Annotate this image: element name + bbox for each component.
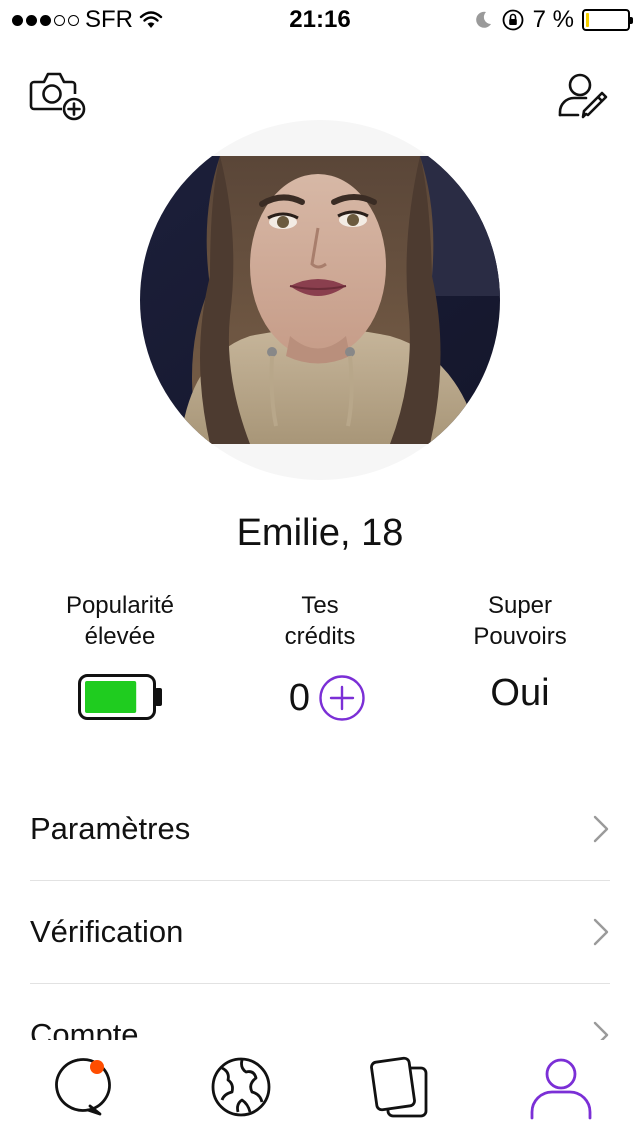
cards-icon xyxy=(370,1056,428,1118)
status-bar-right: 7 % xyxy=(473,6,633,34)
menu-item-label: Compte xyxy=(30,1017,139,1040)
add-photo-camera-icon[interactable] xyxy=(28,68,88,124)
super-powers-label-line1: Super xyxy=(487,592,553,619)
menu-item-compte[interactable]: Compte xyxy=(30,984,610,1040)
edit-profile-icon[interactable] xyxy=(556,70,616,126)
tab-bar xyxy=(0,1040,640,1136)
super-powers-value: Oui xyxy=(490,672,550,714)
chevron-right-icon xyxy=(593,815,609,843)
credits-value: 0 xyxy=(288,676,310,719)
battery-percent: 7 % xyxy=(532,6,574,33)
notification-dot xyxy=(90,1060,104,1074)
add-credits-button[interactable] xyxy=(318,674,366,722)
credits-row: 0 xyxy=(270,672,380,724)
popularity-label-line1: Popularité xyxy=(65,592,175,619)
super-powers-label-line2: Pouvoirs xyxy=(473,623,567,650)
tab-profile[interactable] xyxy=(528,1054,594,1120)
settings-menu: Paramètres Vérification Compte xyxy=(30,778,610,1040)
profile-name-age: Emilie, 18 xyxy=(236,512,404,554)
credits-label-line1: Tes xyxy=(301,592,339,619)
popularity-label: Popularité élevée xyxy=(10,590,230,652)
menu-item-label: Vérification xyxy=(30,914,184,949)
battery-level-fill xyxy=(586,13,589,27)
tab-globe[interactable] xyxy=(208,1054,274,1120)
profile-photo xyxy=(140,156,500,444)
popularity-label-line2: élevée xyxy=(84,623,156,650)
orientation-lock-icon xyxy=(502,9,524,31)
credits-label-line2: crédits xyxy=(284,623,356,650)
moon-icon xyxy=(475,11,491,28)
credits-label: Tes crédits xyxy=(210,590,430,652)
tab-chat[interactable] xyxy=(48,1054,114,1120)
menu-item-verification[interactable]: Vérification xyxy=(30,881,610,984)
profile-icon xyxy=(530,1058,592,1120)
chevron-right-icon xyxy=(593,1021,609,1040)
popularity-battery-icon xyxy=(78,674,162,720)
menu-item-label: Paramètres xyxy=(30,811,191,846)
tab-cards[interactable] xyxy=(368,1054,434,1120)
super-powers-label: Super Pouvoirs xyxy=(410,590,630,652)
chevron-right-icon xyxy=(593,918,609,946)
globe-icon xyxy=(211,1057,271,1117)
status-bar: SFR 21:16 7 % xyxy=(0,0,640,40)
profile-avatar[interactable] xyxy=(140,120,500,480)
menu-item-parametres[interactable]: Paramètres xyxy=(30,778,610,881)
battery-icon xyxy=(582,9,633,31)
